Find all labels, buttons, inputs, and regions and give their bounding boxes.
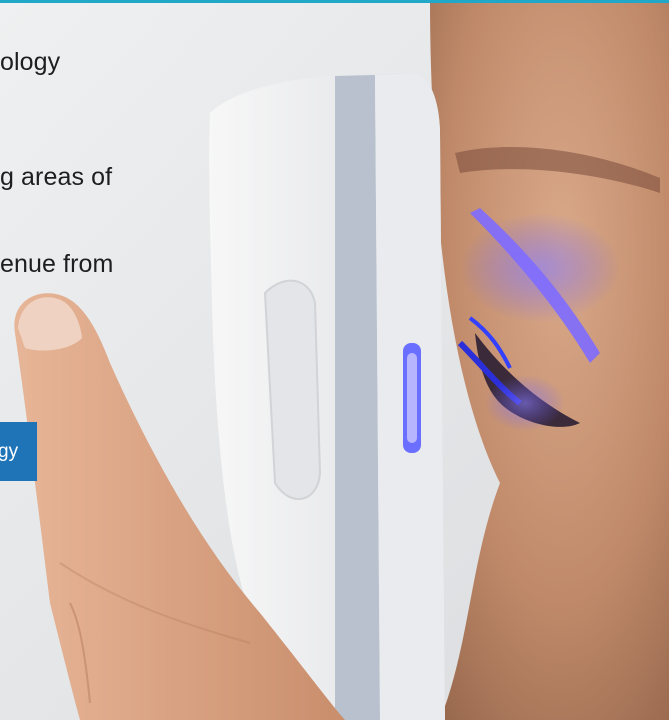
hero-text-line-2: g areas of: [0, 163, 113, 191]
hero-section: ology g areas of enue from gy: [0, 3, 669, 720]
hero-eye-scanner-image: [0, 3, 669, 720]
cta-button[interactable]: gy: [0, 422, 37, 481]
hero-text-line-1: ology: [0, 48, 61, 76]
hero-text-line-3: enue from: [0, 250, 114, 278]
cta-button-label: gy: [0, 441, 19, 462]
